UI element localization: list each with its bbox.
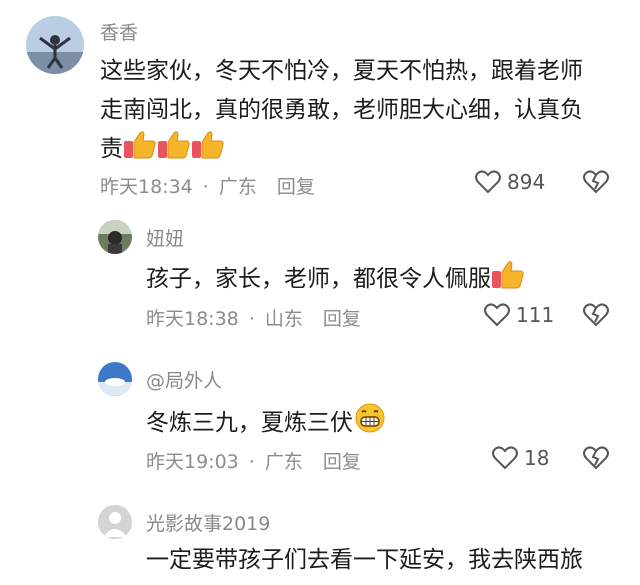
comment-meta: 昨天19:03 · 广东 回复 [146,447,361,474]
comment-item: 光影故事2019 一定要带孩子们去看一下延安，我去陕西旅 [0,495,640,585]
comment-text-line: 走南闯北，真的很勇敢，老师胆大心细，认真负 [100,97,583,123]
heart-icon [475,170,501,194]
comment-time: 昨天19:03 [146,451,239,473]
comment-item: 妞妞 孩子，家长，老师，都很令人佩服 昨天18:38 · 山东 回复 111 [0,210,640,350]
comment-location: 广东 [264,451,303,473]
comment-text: 孩子，家长，老师，都很令人佩服 [146,260,525,300]
meta-separator: · [248,451,255,473]
thumbs-up-icon [157,130,191,173]
thumbs-up-icon [123,130,157,173]
comment-item: @局外人 冬炼三九，夏炼三伏 昨天19:03 · 广东 回复 18 [0,350,640,495]
comment-location: 山东 [264,308,303,330]
avatar[interactable] [98,220,132,254]
like-button[interactable]: 894 [475,170,545,194]
grinning-face-icon [353,402,387,444]
broken-heart-icon [583,446,609,470]
like-button[interactable]: 18 [492,446,549,470]
thumbs-up-icon [491,260,525,300]
broken-heart-icon [583,170,609,194]
comment-text: 这些家伙，冬天不怕冷，夏天不怕热，跟着老师 走南闯北，真的很勇敢，老师胆大心细，… [100,52,583,173]
comment-author[interactable]: 光影故事2019 [146,509,270,536]
comment-text: 一定要带孩子们去看一下延安，我去陕西旅 [146,543,583,577]
reply-button[interactable]: 回复 [277,176,315,198]
comment-time: 昨天18:38 [146,308,239,330]
comment-text-fragment: 责 [100,136,123,162]
comment-text-fragment: 冬炼三九，夏炼三伏 [146,410,353,436]
dislike-button[interactable] [583,170,609,198]
thumbs-up-icon [191,130,225,173]
comment-author[interactable]: 妞妞 [146,224,184,251]
comment-text: 冬炼三九，夏炼三伏 [146,402,387,444]
comment-author[interactable]: @局外人 [146,366,222,393]
comment-text-fragment: 一定要带孩子们去看一下延安，我去陕西旅 [146,547,583,573]
comment-location: 广东 [218,176,257,198]
like-button[interactable]: 111 [484,303,554,327]
comment-text-fragment: 孩子，家长，老师，都很令人佩服 [146,266,491,292]
meta-separator: · [202,176,209,198]
comment-item: 香香 这些家伙，冬天不怕冷，夏天不怕热，跟着老师 走南闯北，真的很勇敢，老师胆大… [0,0,640,210]
comment-text-line: 这些家伙，冬天不怕冷，夏天不怕热，跟着老师 [100,58,583,84]
reply-button[interactable]: 回复 [323,308,361,330]
heart-icon [492,446,518,470]
dislike-button[interactable] [583,446,609,474]
comment-author[interactable]: 香香 [100,18,138,45]
dislike-button[interactable] [583,303,609,331]
like-count: 111 [516,303,555,327]
avatar[interactable] [98,505,132,539]
comment-meta: 昨天18:34 · 广东 回复 [100,172,315,199]
avatar[interactable] [98,362,132,396]
avatar[interactable] [26,16,84,74]
broken-heart-icon [583,303,609,327]
meta-separator: · [248,308,255,330]
like-count: 894 [507,170,546,194]
comment-meta: 昨天18:38 · 山东 回复 [146,304,361,331]
heart-icon [484,303,510,327]
comment-time: 昨天18:34 [100,176,193,198]
comment-text-line: 责 [100,130,583,173]
reply-button[interactable]: 回复 [323,451,361,473]
like-count: 18 [524,446,550,470]
